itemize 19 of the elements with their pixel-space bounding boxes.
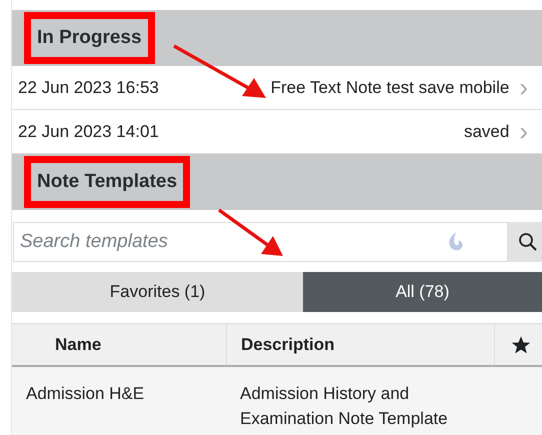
template-description: Admission History and Examination Note Template bbox=[239, 383, 449, 430]
chevron-icon: › bbox=[519, 72, 528, 103]
search-icon bbox=[518, 232, 538, 252]
column-header[interactable]: Name bbox=[12, 324, 227, 365]
chevron-icon: › bbox=[519, 116, 528, 147]
section-title: In Progress bbox=[24, 12, 155, 64]
star-icon bbox=[511, 334, 531, 354]
note-title: saved bbox=[462, 122, 510, 142]
filter-tab[interactable]: Favorites (1) bbox=[12, 272, 303, 312]
filter-tab[interactable]: All (78) bbox=[303, 272, 542, 312]
note-date: 22 Jun 2023 14:01 bbox=[18, 122, 159, 142]
search-button[interactable] bbox=[508, 222, 542, 262]
column-header[interactable]: Description bbox=[227, 324, 495, 365]
note-title: Free Text Note test save mobile bbox=[270, 78, 510, 98]
section-title: Note Templates bbox=[24, 156, 190, 208]
search-field[interactable]: Search templates bbox=[13, 222, 508, 262]
note-date: 22 Jun 2023 16:53 bbox=[18, 78, 159, 98]
template-name: Admission H&E bbox=[25, 383, 146, 405]
note-row[interactable]: 22 Jun 2023 16:53 Free Text Note test save mobile › bbox=[12, 66, 542, 110]
